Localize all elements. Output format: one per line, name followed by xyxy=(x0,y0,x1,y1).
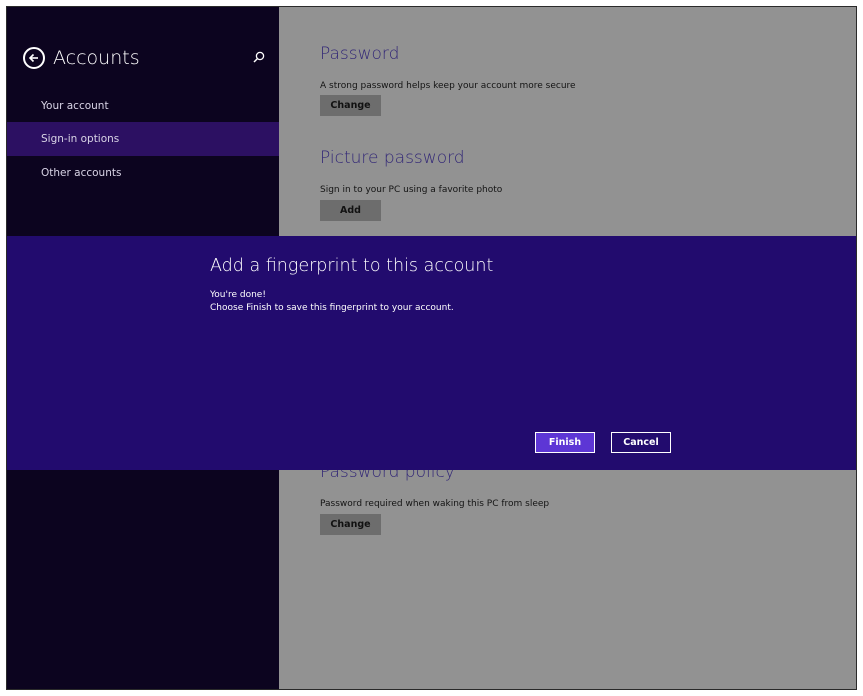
sidebar-item-label: Sign-in options xyxy=(41,133,120,145)
password-policy-description: Password required when waking this PC fr… xyxy=(320,499,550,509)
search-icon[interactable] xyxy=(252,49,266,63)
fingerprint-dialog: Add a fingerprint to this account You're… xyxy=(7,236,856,470)
cancel-button[interactable]: Cancel xyxy=(611,432,671,453)
password-description: A strong password helps keep your accoun… xyxy=(320,81,576,91)
picture-password-title: Picture password xyxy=(320,148,465,168)
sidebar-item-label: Other accounts xyxy=(41,167,122,179)
dialog-message-line1: You're done! xyxy=(210,290,266,300)
back-arrow-circle-icon[interactable] xyxy=(23,47,45,69)
finish-button[interactable]: Finish xyxy=(535,432,595,453)
sidebar-item-label: Your account xyxy=(41,100,109,112)
settings-window: Accounts Your account Sign-in options Ot… xyxy=(6,6,857,690)
sidebar-header: Accounts xyxy=(23,43,268,73)
dialog-message-line2: Choose Finish to save this fingerprint t… xyxy=(210,303,454,313)
picture-password-description: Sign in to your PC using a favorite phot… xyxy=(320,185,503,195)
sidebar-title: Accounts xyxy=(53,47,140,69)
password-policy-change-button[interactable]: Change xyxy=(320,514,381,535)
sidebar-item-other-accounts[interactable]: Other accounts xyxy=(7,156,279,190)
password-title: Password xyxy=(320,44,400,64)
dialog-title: Add a fingerprint to this account xyxy=(210,256,494,276)
picture-password-add-button[interactable]: Add xyxy=(320,200,381,221)
password-change-button[interactable]: Change xyxy=(320,95,381,116)
sidebar-item-your-account[interactable]: Your account xyxy=(7,89,279,123)
sidebar-item-sign-in-options[interactable]: Sign-in options xyxy=(7,122,279,156)
